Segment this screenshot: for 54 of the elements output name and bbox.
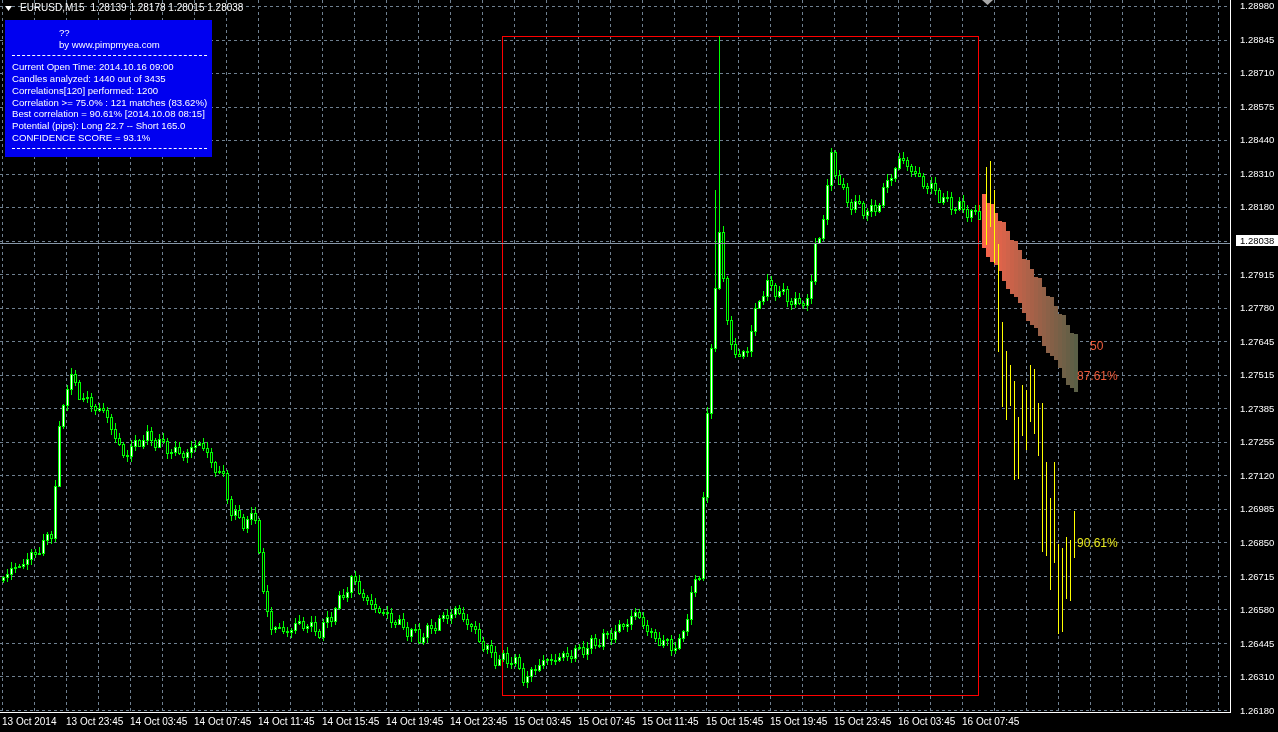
info-line: Candles analyzed: 1440 out of 3435: [12, 73, 167, 85]
time-label: 16 Oct 07:45: [962, 716, 1021, 729]
price-label: 1.28710: [1239, 67, 1276, 79]
time-label: 14 Oct 15:45: [322, 716, 381, 729]
price-label: 1.26850: [1239, 537, 1276, 548]
time-label: 15 Oct 07:45: [578, 716, 637, 729]
price-label: 1.26715: [1239, 570, 1276, 582]
price-label: 1.26445: [1239, 637, 1276, 649]
time-label: 14 Oct 07:45: [194, 716, 253, 729]
current-price-label: 1.28038: [1236, 234, 1278, 246]
time-label: 15 Oct 23:45: [834, 716, 893, 729]
time-label: 16 Oct 03:45: [898, 716, 957, 729]
panel-title: ??: [58, 27, 71, 39]
price-label: 1.27255: [1239, 436, 1276, 448]
price-label: 1.28980: [1239, 0, 1276, 11]
price-quotes: 1.28139 1.28178 1.28015 1.28038: [90, 2, 244, 14]
price-label: 1.28440: [1239, 134, 1276, 146]
time-label: 14 Oct 03:45: [130, 716, 189, 729]
info-line: Best correlation = 90.61% [2014.10.08 08:15]: [12, 108, 206, 120]
price-label: 1.27915: [1239, 268, 1276, 280]
info-line: Correlation >= 75.0% : 121 matches (83.62%): [12, 96, 208, 109]
price-label: 1.27120: [1239, 469, 1276, 481]
price-label: 1.27645: [1239, 335, 1276, 347]
price-label: 1.26580: [1239, 604, 1276, 616]
time-label: 14 Oct 23:45: [450, 716, 509, 729]
info-line: Correlations[120] performed: 1200: [12, 84, 160, 97]
forecast-label: 90.61%: [1077, 537, 1118, 550]
price-label: 1.27385: [1239, 402, 1276, 414]
time-label: 13 Oct 23:45: [66, 716, 125, 729]
time-label: 14 Oct 19:45: [386, 716, 445, 729]
price-label: 1.28845: [1239, 33, 1276, 45]
time-label: 15 Oct 03:45: [514, 716, 573, 729]
price-label: 1.28180: [1239, 201, 1276, 213]
info-line: CONFIDENCE SCORE = 93.1%: [12, 131, 152, 144]
caret-icon[interactable]: [5, 5, 12, 11]
forecast-label: 87.61%: [1077, 370, 1118, 383]
time-label: 15 Oct 15:45: [706, 716, 765, 729]
panel-subtitle: by www.pimpmyea.com: [58, 38, 161, 51]
triangle-marker-icon: [982, 0, 993, 5]
price-label: 1.27780: [1239, 302, 1276, 314]
time-label: 15 Oct 11:45: [642, 716, 700, 729]
price-label: 1.26310: [1239, 671, 1276, 683]
info-line: Potential (pips): Long 22.7 -- Short 165.0: [12, 119, 187, 132]
chart-symbol: EURUSD,M15: [20, 2, 85, 14]
time-label: 13 Oct 2014: [2, 716, 58, 729]
price-label: 1.26985: [1239, 503, 1276, 515]
time-label: 15 Oct 19:45: [770, 716, 829, 729]
info-line: Current Open Time: 2014.10.16 09:00: [12, 61, 175, 74]
price-label: 1.27515: [1239, 369, 1276, 381]
time-label: 14 Oct 11:45: [258, 716, 316, 729]
forecast-label: 50: [1090, 340, 1104, 353]
price-label: 1.26180: [1239, 704, 1276, 716]
price-label: 1.28310: [1239, 167, 1276, 179]
price-label: 1.28575: [1239, 100, 1276, 112]
